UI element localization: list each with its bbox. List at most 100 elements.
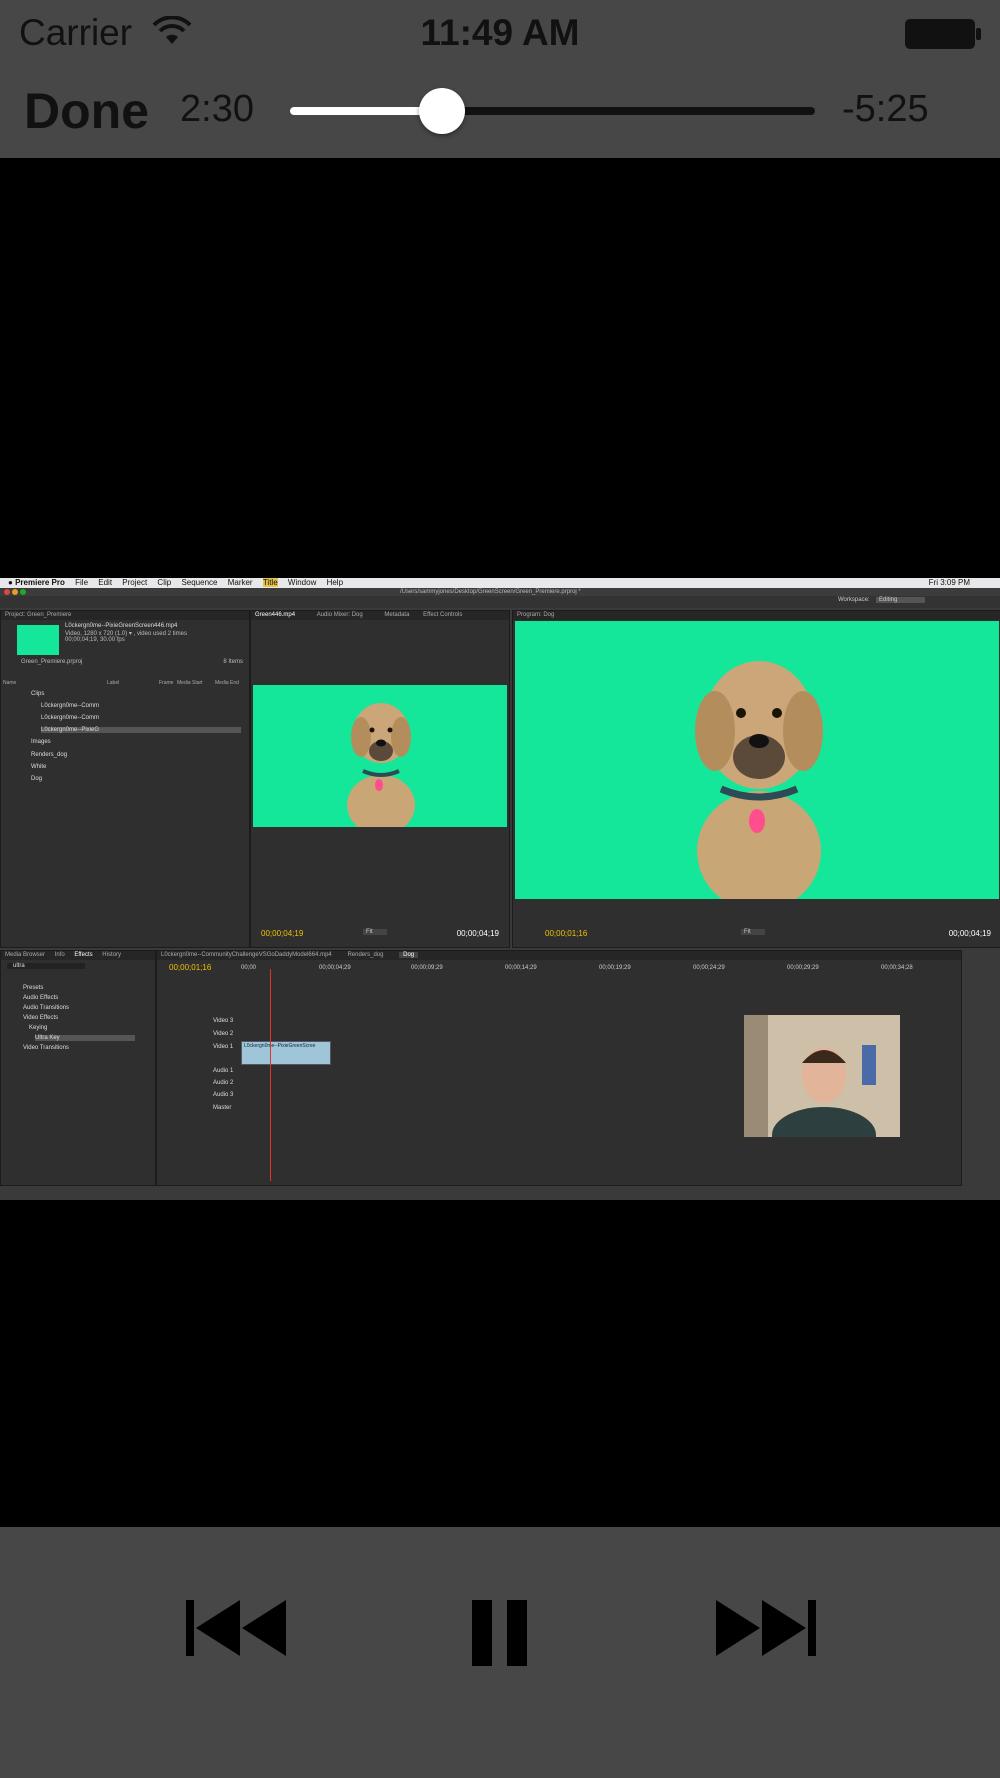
skip-forward-icon: [716, 1600, 816, 1656]
col-name: Name: [3, 680, 17, 686]
pause-button[interactable]: [445, 1578, 555, 1678]
ruler-tick: 00;00;09;29: [411, 965, 443, 971]
top-control-bar: Carrier 11:49 AM Done 2:30 -5:25: [0, 0, 1000, 158]
timeline-tabs: L0ckergn0me--CommunityChallengeVSGoDaddy…: [157, 951, 961, 960]
clip-info: Video, 1280 x 720 (1.0) ▾ , video used 2…: [65, 631, 187, 637]
pause-icon: [472, 1600, 527, 1666]
list-item[interactable]: Keying: [29, 1025, 47, 1031]
dog-image: [347, 703, 415, 827]
tab-media-browser: Media Browser: [5, 952, 46, 958]
app-name: Premiere Pro: [15, 578, 65, 587]
track-label: Master: [213, 1105, 232, 1111]
list-item[interactable]: Audio Transitions: [23, 1005, 69, 1011]
list-item[interactable]: Ultra Key: [35, 1035, 135, 1041]
status-bar: Carrier 11:49 AM: [0, 0, 1000, 66]
program-video: [515, 621, 999, 899]
list-item[interactable]: Dog: [31, 776, 42, 782]
remaining-time: -5:25: [842, 88, 929, 130]
source-fit-select[interactable]: Fit: [363, 929, 387, 935]
window-titlebar: /Users/sammyjones/Desktop/GreenScreen/Gr…: [0, 588, 1000, 596]
list-item[interactable]: Audio Effects: [23, 995, 58, 1001]
program-timecode-left: 00;00;01;16: [545, 929, 588, 938]
webcam-overlay: [744, 1015, 900, 1137]
col-media-end: Media End: [215, 680, 239, 686]
tab-sequence-1: L0ckergn0me--CommunityChallengeVSGoDaddy…: [161, 952, 332, 958]
source-timecode-right: 00;00;04;19: [456, 929, 499, 938]
source-video: [253, 685, 507, 827]
tab-dog: Dog: [399, 952, 419, 958]
list-item[interactable]: Video Effects: [23, 1015, 58, 1021]
scrubber-track[interactable]: [290, 88, 815, 134]
tab-effects: Effects: [74, 952, 93, 958]
tab-effect-controls: Effect Controls: [423, 612, 463, 618]
source-tabs: Green446.mp4 Audio Mixer: Dog Metadata E…: [251, 611, 509, 620]
program-tab: Program: Dog: [513, 611, 1000, 620]
presenter-image: [744, 1015, 900, 1137]
item-count: 8 Items: [223, 659, 243, 665]
track-label: Video 3: [213, 1018, 234, 1024]
track-label: Video 1: [213, 1044, 234, 1050]
ruler-tick: 00;00;19;29: [599, 965, 631, 971]
ruler-tick: 00;00;04;29: [319, 965, 351, 971]
menu-help: Help: [326, 578, 344, 587]
track-label: Audio 1: [213, 1068, 234, 1074]
clip-thumbnail: [17, 625, 59, 655]
next-button[interactable]: [710, 1578, 820, 1678]
menu-file: File: [75, 578, 89, 587]
playhead[interactable]: [270, 969, 271, 1181]
track-label: Audio 2: [213, 1080, 234, 1086]
workspace-value: Editing: [876, 597, 926, 603]
tab-source: Green446.mp4: [255, 612, 296, 618]
apple-icon: ●: [8, 578, 13, 587]
scrubber-thumb[interactable]: [419, 88, 466, 134]
mac-menu-bar: ● Premiere Pro File Edit Project Clip Se…: [0, 578, 1000, 588]
list-item[interactable]: L0ckergn0me--Comm: [41, 703, 99, 709]
ruler-tick: 00;00;14;29: [505, 965, 537, 971]
col-label: Label: [107, 680, 120, 686]
list-item[interactable]: L0ckergn0me--PixieG: [41, 727, 241, 733]
list-item[interactable]: Renders_dog: [31, 752, 67, 758]
track-label: Video 2: [213, 1031, 234, 1037]
menu-window: Window: [287, 578, 317, 587]
dog-image: [695, 661, 823, 899]
previous-button[interactable]: [182, 1578, 292, 1678]
tab-info: Info: [54, 952, 65, 958]
elapsed-time: 2:30: [180, 88, 254, 130]
menu-clip: Clip: [157, 578, 172, 587]
list-item[interactable]: White: [31, 764, 46, 770]
project-file: Green_Premiere.prproj: [21, 659, 83, 665]
clip-label: L0ckergn0me--PixieGreenScree: [244, 1043, 316, 1049]
list-item[interactable]: Video Transitions: [23, 1045, 69, 1051]
clip-name: L0ckergn0me--PixieGreenScreen446.mp4: [65, 623, 178, 629]
list-item[interactable]: Clips: [31, 691, 44, 697]
workspace-bar: Workspace: Editing: [0, 596, 1000, 608]
workspace-label: Workspace:: [838, 597, 870, 603]
menu-project: Project: [122, 578, 148, 587]
video-frame[interactable]: ● Premiere Pro File Edit Project Clip Se…: [0, 578, 1000, 1200]
effects-search[interactable]: ultra: [7, 963, 85, 969]
effects-panel: Media Browser Info Effects History ultra…: [0, 950, 156, 1186]
menu-sequence: Sequence: [181, 578, 218, 587]
clip-duration: 00;00;04;19, 30.00 fps: [65, 637, 125, 643]
close-dot-icon: [4, 589, 10, 595]
source-timecode-left: 00;00;04;19: [261, 929, 304, 938]
tab-history: History: [102, 952, 121, 958]
project-tab: Project: Green_Premiere: [1, 611, 249, 620]
timeline-timecode: 00;00;01;16: [169, 963, 212, 972]
list-item[interactable]: L0ckergn0me--Comm: [41, 715, 99, 721]
file-path: /Users/sammyjones/Desktop/GreenScreen/Gr…: [400, 589, 581, 595]
list-item[interactable]: Presets: [23, 985, 43, 991]
timeline-clip[interactable]: L0ckergn0me--PixieGreenScree: [241, 1041, 331, 1065]
ruler-tick: 00;00;34;28: [881, 965, 913, 971]
battery-icon: [905, 19, 981, 49]
col-media-start: Media Start: [177, 680, 203, 686]
tab-metadata: Metadata: [384, 612, 410, 618]
project-columns: Name Label Frame Media Start Media End: [3, 680, 247, 686]
program-fit-select[interactable]: Fit: [741, 929, 765, 935]
done-button[interactable]: Done: [24, 82, 149, 140]
menu-title: Title: [262, 578, 278, 587]
program-timecode-right: 00;00;04;19: [948, 929, 991, 938]
source-monitor: Green446.mp4 Audio Mixer: Dog Metadata E…: [250, 610, 510, 948]
list-item[interactable]: Images: [31, 739, 51, 745]
zoom-dot-icon: [20, 589, 26, 595]
